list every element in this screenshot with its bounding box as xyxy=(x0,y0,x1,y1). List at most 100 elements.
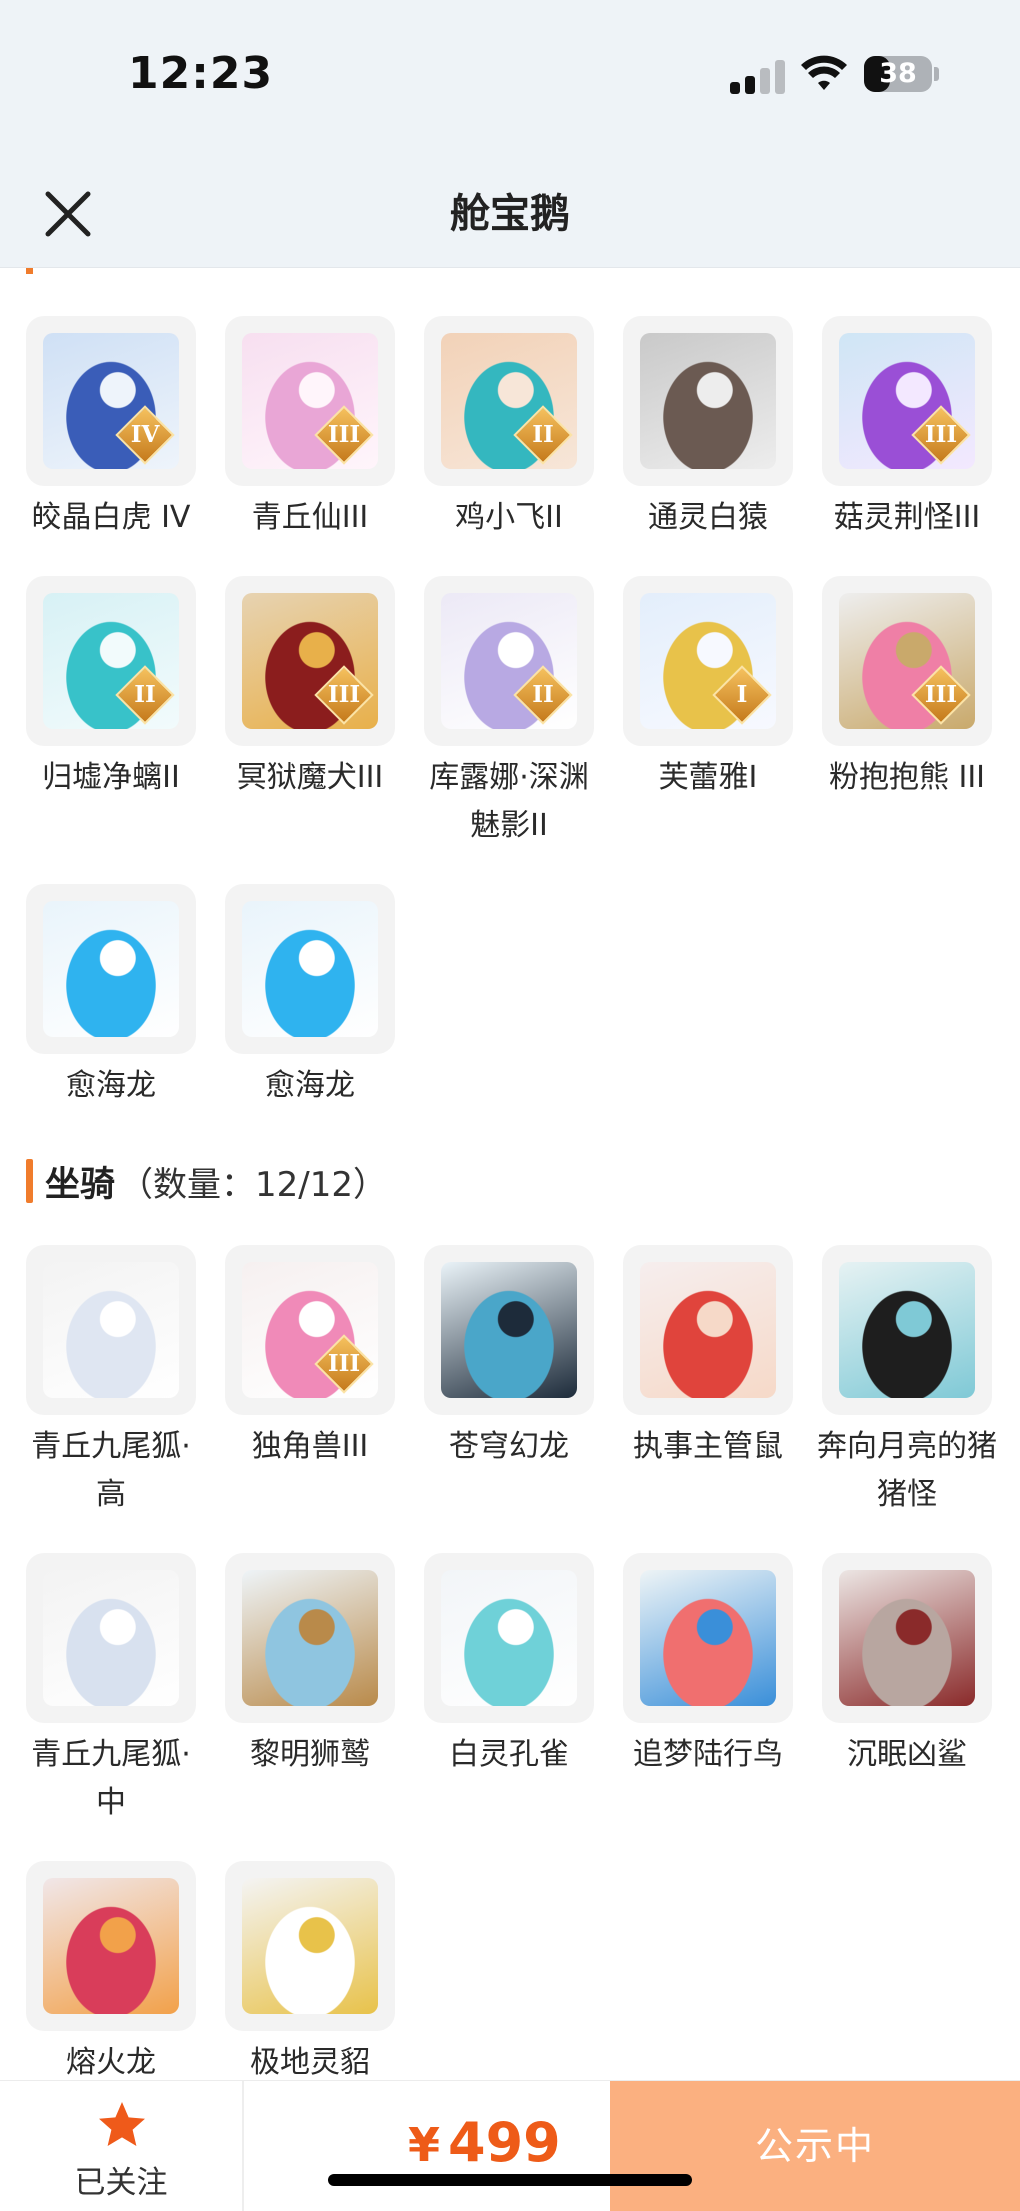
rank-badge: III xyxy=(314,665,374,725)
pet-item-image xyxy=(640,333,776,469)
mount-item-name: 青丘九尾狐·中 xyxy=(31,1737,191,1820)
mount-item[interactable]: 青丘九尾狐·高 xyxy=(26,1245,196,1519)
mount-item-thumbnail xyxy=(26,1245,196,1415)
mount-item[interactable]: 执事主管鼠 xyxy=(623,1245,793,1519)
pet-item-thumbnail xyxy=(26,884,196,1054)
mount-item[interactable]: 沉眠凶鲨 xyxy=(822,1553,992,1827)
divider xyxy=(242,2081,244,2211)
currency-symbol: ¥ xyxy=(408,2118,441,2172)
mount-item-thumbnail xyxy=(623,1245,793,1415)
wifi-icon xyxy=(801,55,847,90)
pet-item[interactable]: II 鸡小飞II xyxy=(424,316,594,542)
pet-item-thumbnail xyxy=(225,884,395,1054)
mount-item[interactable]: 黎明狮鹫 xyxy=(225,1553,395,1827)
rank-badge-text: III xyxy=(924,681,958,708)
pet-item[interactable]: IV 皎晶白虎 IV xyxy=(26,316,196,542)
battery-icon: 38 xyxy=(864,56,932,92)
mount-item[interactable]: 白灵孔雀 xyxy=(424,1553,594,1827)
pet-item-name: 愈海龙 xyxy=(265,1068,355,1103)
mount-item-name: 独角兽III xyxy=(251,1429,369,1464)
mount-item-image xyxy=(441,1570,577,1706)
mount-item-name: 极地灵貂 xyxy=(250,2045,370,2080)
pet-item-thumbnail: III xyxy=(225,316,395,486)
pet-item-name: 冥狱魔犬III xyxy=(236,760,384,795)
mount-item-image xyxy=(640,1262,776,1398)
mount-item-name: 黎明狮鹫 xyxy=(250,1737,370,1772)
rank-badge-text: IV xyxy=(130,421,160,448)
pet-item[interactable]: III 粉抱抱熊 III xyxy=(822,576,992,850)
rank-badge: II xyxy=(115,665,175,725)
rank-badge: II xyxy=(513,665,573,725)
pet-item[interactable]: II 库露娜·深渊魅影II xyxy=(424,576,594,850)
pet-item[interactable]: 愈海龙 xyxy=(225,884,395,1110)
mount-item-name: 执事主管鼠 xyxy=(633,1429,783,1464)
star-icon xyxy=(99,2102,145,2146)
rank-badge-text: III xyxy=(327,1350,361,1377)
pet-item-name: 鸡小飞II xyxy=(455,500,563,535)
pet-item[interactable]: 愈海龙 xyxy=(26,884,196,1110)
pet-item-thumbnail: II xyxy=(26,576,196,746)
mount-item-thumbnail: III xyxy=(225,1245,395,1415)
pet-item[interactable]: III 菇灵荆怪III xyxy=(822,316,992,542)
pet-item-image xyxy=(242,901,378,1037)
rank-badge: III xyxy=(314,1334,374,1394)
mount-item-thumbnail xyxy=(225,1553,395,1723)
price-value: 499 xyxy=(448,2111,561,2174)
pet-item-name: 库露娜·深渊魅影II xyxy=(429,760,589,843)
pet-item-thumbnail: III xyxy=(822,316,992,486)
mount-item[interactable]: 熔火龙 xyxy=(26,1861,196,2080)
mount-item-name: 白灵孔雀 xyxy=(449,1737,569,1772)
cellular-signal-icon xyxy=(730,60,786,94)
pet-item-name: 芙蕾雅I xyxy=(658,760,758,795)
rank-badge-text: II xyxy=(532,421,554,448)
mount-item-name: 奔向月亮的猪猪怪 xyxy=(817,1429,997,1512)
mount-item-name: 苍穹幻龙 xyxy=(449,1429,569,1464)
pet-item[interactable]: I 芙蕾雅I xyxy=(623,576,793,850)
mount-item[interactable]: 奔向月亮的猪猪怪 xyxy=(817,1245,997,1519)
rank-badge-text: II xyxy=(134,681,156,708)
pet-item-name: 通灵白猿 xyxy=(648,500,768,535)
rank-badge: III xyxy=(911,405,971,465)
rank-badge: III xyxy=(911,665,971,725)
pet-item[interactable]: II 归墟净螭II xyxy=(26,576,196,850)
pet-item[interactable]: III 冥狱魔犬III xyxy=(225,576,395,850)
close-icon[interactable] xyxy=(36,182,100,246)
pet-grid: IV 皎晶白虎 IV III 青丘仙III II 鸡小飞II 通灵白猿 III 菇灵荆怪III I… xyxy=(26,316,992,1110)
pet-item-name: 皎晶白虎 IV xyxy=(31,500,191,535)
home-indicator xyxy=(328,2174,692,2186)
mount-item[interactable]: 青丘九尾狐·中 xyxy=(26,1553,196,1827)
follow-label: 已关注 xyxy=(74,2165,168,2201)
mount-item-image xyxy=(242,1570,378,1706)
mount-item-thumbnail xyxy=(225,1861,395,2031)
mount-grid: 青丘九尾狐·高 III 独角兽III 苍穹幻龙 执事主管鼠 奔向月亮的猪猪怪青丘九尾狐·中… xyxy=(26,1245,997,2080)
page-title: 舱宝鹅 xyxy=(450,191,570,237)
mount-section-header: 坐骑 （数量：12/12） xyxy=(26,1156,387,1206)
section-title: 坐骑 xyxy=(45,1164,116,1205)
price: ¥499 xyxy=(408,2111,561,2174)
pet-item-thumbnail: II xyxy=(424,316,594,486)
mount-item-image xyxy=(43,1570,179,1706)
mount-item-name: 青丘九尾狐·高 xyxy=(31,1429,191,1512)
follow-button[interactable]: 已关注 xyxy=(0,2081,242,2211)
mount-item-thumbnail xyxy=(822,1245,992,1415)
mount-item-image xyxy=(242,1878,378,2014)
pet-item-thumbnail: II xyxy=(424,576,594,746)
mount-item[interactable]: III 独角兽III xyxy=(225,1245,395,1519)
mount-item[interactable]: 苍穹幻龙 xyxy=(424,1245,594,1519)
pet-item-name: 愈海龙 xyxy=(66,1068,156,1103)
section-count: （数量：12/12） xyxy=(119,1164,387,1205)
mount-item-thumbnail xyxy=(424,1245,594,1415)
pet-item[interactable]: 通灵白猿 xyxy=(623,316,793,542)
mount-item[interactable]: 追梦陆行鸟 xyxy=(623,1553,793,1827)
pet-item[interactable]: III 青丘仙III xyxy=(225,316,395,542)
content-area[interactable]: IV 皎晶白虎 IV III 青丘仙III II 鸡小飞II 通灵白猿 III 菇灵荆怪III I… xyxy=(0,268,1020,2080)
status-time: 12:23 xyxy=(128,48,274,99)
pet-item-thumbnail: IV xyxy=(26,316,196,486)
pet-item-image xyxy=(43,901,179,1037)
mount-item[interactable]: 极地灵貂 xyxy=(225,1861,395,2080)
mount-item-thumbnail xyxy=(424,1553,594,1723)
mount-item-thumbnail xyxy=(822,1553,992,1723)
publicity-status-button[interactable]: 公示中 xyxy=(610,2081,1020,2211)
section-accent-bar xyxy=(26,1159,33,1203)
rank-badge: IV xyxy=(115,405,175,465)
